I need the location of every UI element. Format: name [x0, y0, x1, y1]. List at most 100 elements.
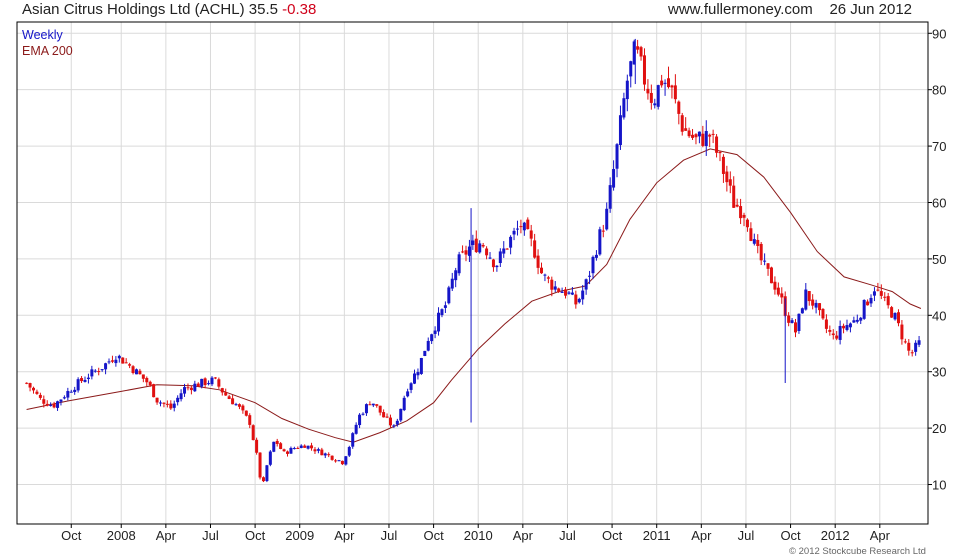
candle-body [605, 208, 609, 230]
candle-body [893, 312, 897, 320]
x-tick-label: Apr [513, 528, 534, 543]
candle-body [176, 397, 180, 403]
candle-body [375, 404, 379, 406]
candle-body [725, 171, 729, 183]
candle-body [172, 403, 176, 408]
candle-body [711, 133, 715, 135]
candle-body [800, 308, 804, 314]
candle-body [207, 383, 211, 385]
candle-body [677, 101, 681, 114]
candle-body [498, 251, 502, 264]
candle-body [618, 115, 622, 146]
candle-body [248, 415, 252, 425]
x-tick-label: Oct [245, 528, 266, 543]
candle-body [117, 355, 121, 359]
candle-body [49, 404, 53, 406]
candle-body [474, 238, 478, 253]
candle-body [395, 420, 399, 425]
candle-body [612, 169, 616, 188]
candle-body [340, 460, 344, 465]
candle-body [409, 383, 413, 390]
candle-body [392, 425, 396, 427]
candle-body [715, 136, 719, 153]
candle-body [145, 377, 149, 383]
candle-body [32, 387, 36, 391]
y-axis: 10 20 30 40 50 60 70 80 90 [928, 26, 946, 493]
candle-body [28, 383, 32, 388]
legend-weekly: Weekly [22, 28, 64, 42]
candle-body [766, 263, 770, 269]
candle-body [763, 260, 767, 262]
candle-body [52, 403, 56, 408]
candle-body [759, 243, 763, 261]
candle-body [588, 275, 592, 277]
candle-body [512, 230, 516, 235]
candle-body [780, 293, 784, 298]
candle-body [855, 319, 859, 322]
candle-body [323, 453, 327, 456]
candle-body [83, 379, 87, 382]
candle-body [255, 439, 259, 453]
candle-body [69, 391, 73, 393]
candle-body [794, 322, 798, 333]
candle-body [859, 317, 863, 321]
candle-body [509, 236, 513, 248]
candle-body [546, 277, 550, 279]
candle-body [38, 394, 42, 398]
y-tick-label: 20 [932, 421, 946, 436]
candle-body [227, 396, 231, 399]
y-tick-label: 50 [932, 252, 946, 267]
candle-body [608, 185, 612, 209]
candle-body [203, 378, 207, 385]
candle-body [818, 303, 822, 311]
candle-body [752, 239, 756, 244]
candle-body [224, 392, 228, 396]
candle-body [416, 372, 420, 376]
candle-body [286, 451, 290, 454]
candle-body [413, 373, 417, 384]
candle-body [272, 441, 276, 452]
candle-body [639, 47, 643, 57]
candle-body [306, 445, 310, 449]
y-tick-label: 70 [932, 139, 946, 154]
candle-body [790, 320, 794, 323]
candle-body [804, 289, 808, 310]
candle-body [560, 291, 564, 293]
candle-body [821, 308, 825, 319]
candle-body [649, 92, 653, 103]
candle-body [728, 179, 732, 186]
candle-body [385, 416, 389, 418]
candle-body [382, 412, 386, 418]
candle-body [591, 256, 595, 274]
candle-body [344, 456, 348, 465]
candle-body [124, 362, 128, 364]
candle-body [896, 312, 900, 324]
candle-body [704, 131, 708, 146]
candle-body [131, 366, 135, 374]
candle-body [749, 228, 753, 241]
candle-body [890, 307, 894, 318]
candle-body [100, 369, 104, 371]
candle-body [371, 403, 375, 406]
candle-body [842, 325, 846, 329]
candle-body [450, 278, 454, 289]
candle-body [364, 404, 368, 414]
y-tick-label: 80 [932, 83, 946, 98]
candle-body [680, 115, 684, 132]
candle-body [519, 226, 523, 228]
candle-body [433, 330, 437, 334]
candle-body [258, 452, 262, 478]
candle-body [231, 398, 235, 405]
candle-body [756, 239, 760, 246]
y-tick-label: 10 [932, 478, 946, 493]
x-tick-label: Jul [559, 528, 576, 543]
candle-body [663, 82, 667, 84]
candle-body [557, 288, 561, 292]
candle-body [303, 445, 307, 448]
candle-body [457, 254, 461, 274]
candle-body [25, 382, 29, 384]
candle-body [687, 130, 691, 137]
candle-body [169, 403, 173, 409]
candle-body [769, 267, 773, 284]
x-tick-label: Apr [870, 528, 891, 543]
